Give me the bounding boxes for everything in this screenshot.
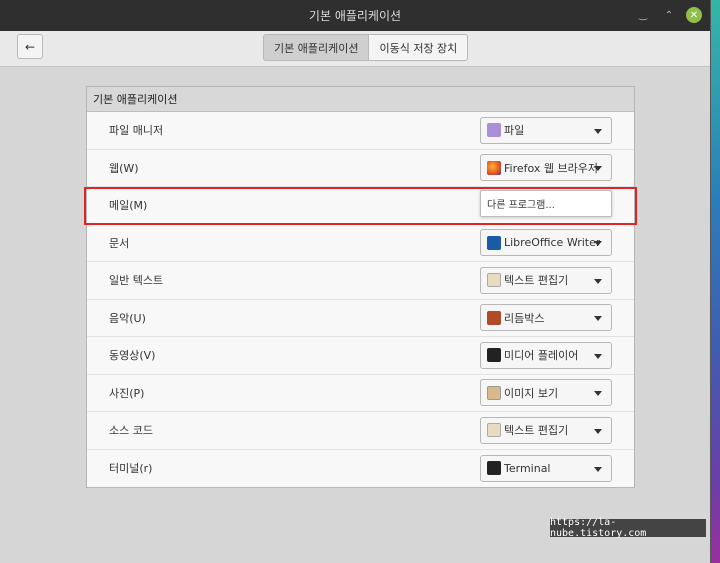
row-label: 소스 코드 <box>109 424 153 438</box>
row-label: 웹(W) <box>109 161 139 175</box>
libreoffice-icon <box>487 235 501 250</box>
terminal-combo[interactable]: Terminal <box>480 454 612 482</box>
text-editor-icon <box>487 273 501 288</box>
combo-value: 텍스트 편집기 <box>504 424 569 438</box>
row-label: 사진(P) <box>109 386 145 400</box>
row-label: 일반 텍스트 <box>109 274 164 288</box>
mail-other-program-popup[interactable]: 다른 프로그램... <box>480 190 612 217</box>
row-music: 음악(U) 리듬박스 <box>87 300 634 337</box>
row-photo: 사진(P) 이미지 보기 <box>87 375 634 412</box>
combo-value: 미디어 플레이어 <box>504 349 579 363</box>
media-player-icon <box>487 348 501 363</box>
dropdown-arrow-icon <box>594 316 602 322</box>
terminal-icon <box>487 461 501 476</box>
rhythmbox-icon <box>487 310 501 325</box>
stack-switcher: 기본 애플리케이션 이동식 저장 장치 <box>263 34 469 61</box>
firefox-icon <box>487 160 501 175</box>
row-source-code: 소스 코드 텍스트 편집기 <box>87 412 634 450</box>
document-combo[interactable]: LibreOffice Writer <box>480 229 612 257</box>
combo-value: Firefox 웹 브라우저 <box>504 161 598 175</box>
row-label: 동영상(V) <box>109 349 156 363</box>
close-icon[interactable]: ✕ <box>686 7 702 23</box>
combo-value: 리듬박스 <box>504 311 545 325</box>
photo-combo[interactable]: 이미지 보기 <box>480 379 612 407</box>
minimize-icon[interactable]: ‿ <box>636 8 650 22</box>
row-file-manager: 파일 매니저 파일 <box>87 112 634 150</box>
dropdown-arrow-icon <box>594 353 602 359</box>
back-button[interactable]: ← <box>17 34 43 59</box>
header-bar: ← 기본 애플리케이션 이동식 저장 장치 <box>0 31 710 67</box>
dropdown-arrow-icon <box>594 428 602 434</box>
folder-icon <box>487 123 501 138</box>
combo-value: Terminal <box>504 461 551 475</box>
row-label: 문서 <box>109 236 130 250</box>
row-label: 음악(U) <box>109 311 146 325</box>
watermark: https://la-nube.tistory.com <box>550 517 706 539</box>
web-browser-combo[interactable]: Firefox 웹 브라우저 <box>480 154 612 182</box>
settings-window: 기본 애플리케이션 ‿ ⌃ ✕ ← 기본 애플리케이션 이동식 저장 장치 기본… <box>0 0 711 563</box>
image-viewer-icon <box>487 385 501 400</box>
row-label: 메일(M) <box>109 199 148 213</box>
video-combo[interactable]: 미디어 플레이어 <box>480 341 612 369</box>
row-label: 파일 매니저 <box>109 124 164 138</box>
row-mail: 메일(M) 다른 프로그램... <box>87 187 634 225</box>
combo-value: 파일 <box>504 124 525 138</box>
tab-removable-media[interactable]: 이동식 저장 장치 <box>368 34 469 61</box>
text-editor-icon <box>487 423 501 438</box>
file-manager-combo[interactable]: 파일 <box>480 116 612 144</box>
dropdown-arrow-icon <box>594 278 602 284</box>
dropdown-arrow-icon <box>594 128 602 134</box>
dropdown-arrow-icon <box>594 166 602 172</box>
back-arrow-icon: ← <box>24 39 36 54</box>
dropdown-arrow-icon <box>594 241 602 247</box>
combo-value: 텍스트 편집기 <box>504 274 569 288</box>
dropdown-arrow-icon <box>594 391 602 397</box>
panel-title: 기본 애플리케이션 <box>87 87 634 112</box>
music-combo[interactable]: 리듬박스 <box>480 304 612 332</box>
row-terminal: 터미널(r) Terminal <box>87 450 634 488</box>
row-web: 웹(W) Firefox 웹 브라우저 <box>87 150 634 187</box>
default-apps-panel: 기본 애플리케이션 파일 매니저 파일 웹(W) Firefox 웹 브라우저 <box>86 86 635 488</box>
dropdown-arrow-icon <box>594 466 602 472</box>
tab-default-applications[interactable]: 기본 애플리케이션 <box>263 34 369 61</box>
maximize-icon[interactable]: ⌃ <box>662 8 676 22</box>
row-document: 문서 LibreOffice Writer <box>87 225 634 262</box>
row-label: 터미널(r) <box>109 462 153 476</box>
combo-value: 이미지 보기 <box>504 386 559 400</box>
row-plain-text: 일반 텍스트 텍스트 편집기 <box>87 262 634 300</box>
plain-text-combo[interactable]: 텍스트 편집기 <box>480 266 612 294</box>
row-video: 동영상(V) 미디어 플레이어 <box>87 337 634 375</box>
combo-value: LibreOffice Writer <box>504 236 601 250</box>
source-code-combo[interactable]: 텍스트 편집기 <box>480 416 612 444</box>
window-title: 기본 애플리케이션 <box>308 9 402 23</box>
titlebar: 기본 애플리케이션 ‿ ⌃ ✕ <box>0 0 710 31</box>
